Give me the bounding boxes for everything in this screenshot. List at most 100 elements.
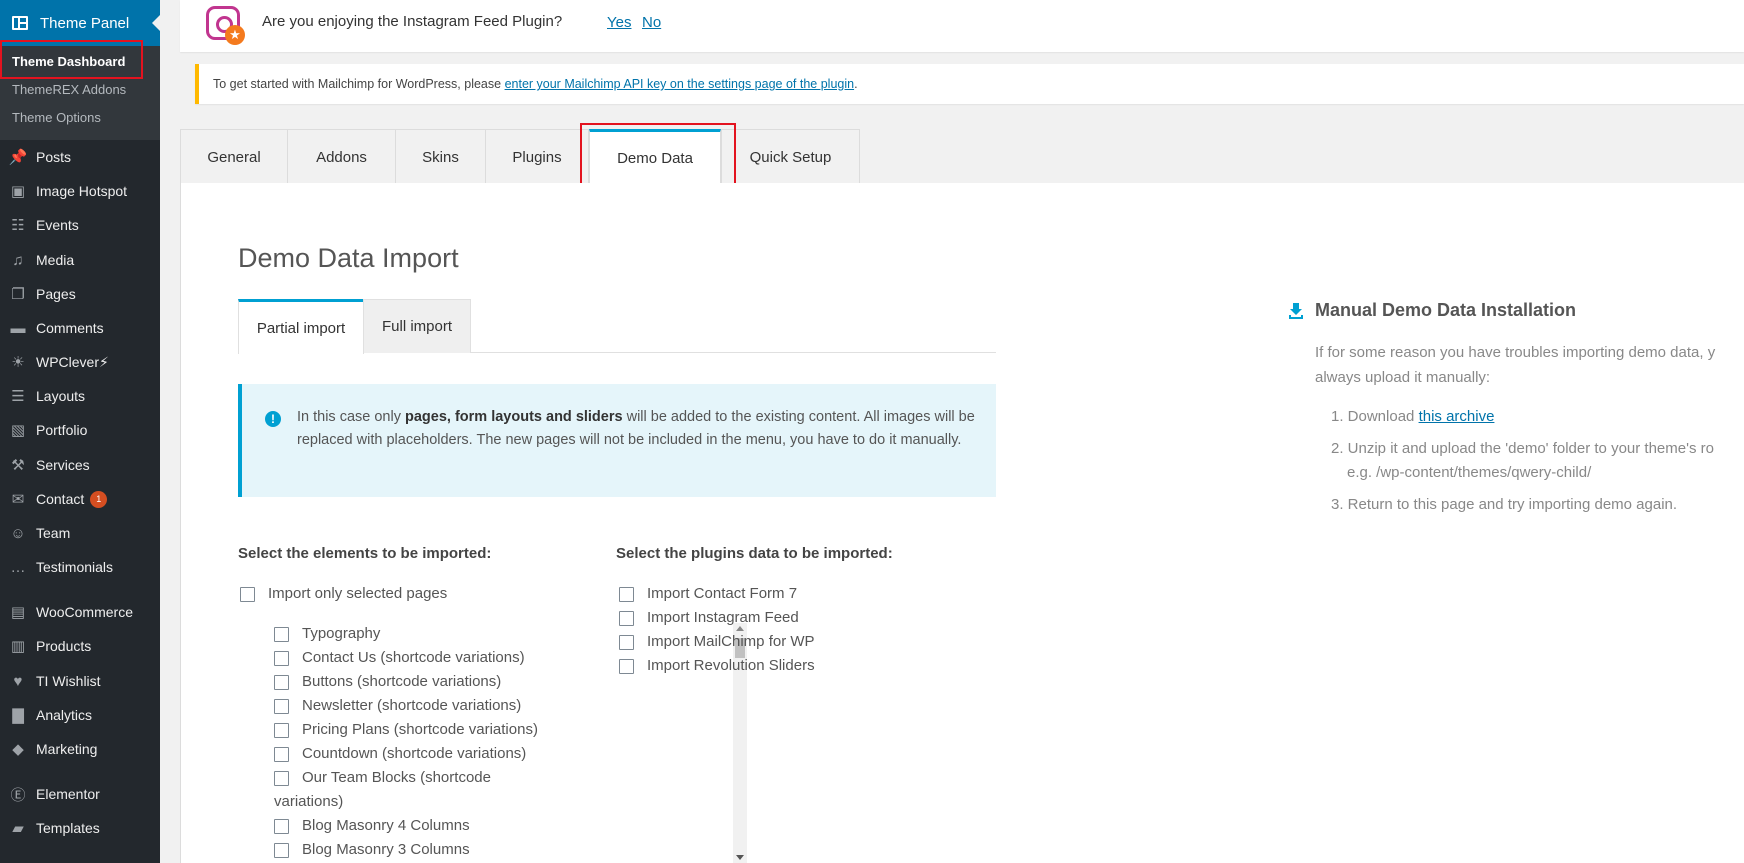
page-label: Our Team Blocks (shortcode <box>302 769 491 786</box>
sidebar-item-portfolio[interactable]: ▧ Portfolio <box>0 415 160 445</box>
mailchimp-notice-text: To get started with Mailchimp for WordPr… <box>213 77 858 91</box>
sidebar-item-label: Contact <box>36 491 85 507</box>
sidebar-item-media[interactable]: ♫ Media <box>0 245 160 275</box>
sidebar-item-contact[interactable]: ✉ Contact 1 <box>0 484 160 514</box>
sidebar-item-label: Products <box>36 638 92 654</box>
admin-sidebar: Theme Panel Theme Dashboard ThemeREX Add… <box>0 0 160 863</box>
tab-plugins[interactable]: Plugins <box>485 129 589 184</box>
submenu-theme-options[interactable]: Theme Options <box>12 110 101 125</box>
sidebar-item-analytics[interactable]: ▇ Analytics <box>0 700 160 730</box>
templates-icon: ▰ <box>12 820 24 837</box>
page-checkbox[interactable] <box>274 675 289 690</box>
page-label: Newsletter (shortcode variations) <box>302 697 522 714</box>
page-checkbox[interactable] <box>274 723 289 738</box>
sidebar-item-marketing[interactable]: ◆ Marketing <box>0 734 160 764</box>
services-icon: ⚒ <box>11 457 25 474</box>
manual-step-2: 2. Unzip it and upload the 'demo' folder… <box>1331 437 1744 485</box>
sidebar-item-ti-wishlist[interactable]: ♥ TI Wishlist <box>0 666 160 696</box>
current-menu-arrow <box>152 15 160 31</box>
plugin-label: Import MailChimp for WP <box>647 633 815 650</box>
step2-line1: 2. Unzip it and upload the 'demo' folder… <box>1331 440 1714 457</box>
page-checkbox[interactable] <box>274 651 289 666</box>
sidebar-item-events[interactable]: ☷ Events <box>0 210 160 240</box>
step1-text: 1. Download <box>1331 408 1419 425</box>
contact-count-badge: 1 <box>90 490 108 508</box>
sidebar-item-posts[interactable]: 📌 Posts <box>0 142 160 172</box>
sidebar-item-label: Marketing <box>36 741 98 757</box>
sidebar-item-comments[interactable]: ▬ Comments <box>0 313 160 343</box>
plugin-label: Import Contact Form 7 <box>647 585 798 602</box>
sidebar-item-testimonials[interactable]: … Testimonials <box>0 552 160 582</box>
plugin-checkbox-mailchimp[interactable] <box>619 635 634 650</box>
page-label: Blog Masonry 3 Columns <box>302 841 470 858</box>
info-icon: ! <box>265 411 281 427</box>
mail-icon: ✉ <box>11 491 25 508</box>
manual-step-3: 3. Return to this page and try importing… <box>1331 496 1678 513</box>
manual-install-intro: If for some reason you have troubles imp… <box>1315 340 1744 390</box>
page-label: Buttons (shortcode variations) <box>302 673 502 690</box>
page-label: Blog Masonry 4 Columns <box>302 817 470 834</box>
plugin-checkbox-revolution-sliders[interactable] <box>619 659 634 674</box>
download-archive-link[interactable]: this archive <box>1419 408 1495 425</box>
sidebar-item-label: TI Wishlist <box>36 673 101 689</box>
tab-full-import[interactable]: Full import <box>363 299 471 353</box>
mailchimp-notice: To get started with Mailchimp for WordPr… <box>195 64 1744 104</box>
sidebar-item-layouts[interactable]: ☰ Layouts <box>0 381 160 411</box>
portfolio-icon: ▧ <box>10 422 26 439</box>
tab-quick-setup[interactable]: Quick Setup <box>721 129 860 184</box>
sidebar-item-team[interactable]: ☺ Team <box>0 518 160 548</box>
sidebar-item-image-hotspot[interactable]: ▣ Image Hotspot <box>0 176 160 206</box>
tab-skins[interactable]: Skins <box>395 129 486 184</box>
sidebar-item-services[interactable]: ⚒ Services <box>0 450 160 480</box>
mailchimp-end: . <box>854 77 858 91</box>
scroll-up-icon[interactable] <box>736 626 744 631</box>
sidebar-item-woocommerce[interactable]: ▤ WooCommerce <box>0 597 160 627</box>
sidebar-item-label: Pages <box>36 286 76 302</box>
scroll-down-icon[interactable] <box>736 855 744 860</box>
plugin-label: Import Instagram Feed <box>647 609 799 626</box>
layouts-icon: ☰ <box>11 388 25 405</box>
marketing-icon: ◆ <box>12 741 24 758</box>
theme-panel-icon <box>12 16 28 30</box>
tab-general[interactable]: General <box>180 129 288 184</box>
page-checkbox[interactable] <box>274 771 289 786</box>
mailchimp-settings-link[interactable]: enter your Mailchimp API key on the sett… <box>505 77 855 91</box>
import-only-selected-label: Import only selected pages <box>268 585 448 602</box>
submenu-themerex-addons[interactable]: ThemeREX Addons <box>12 82 126 97</box>
partial-import-info: ! In this case only pages, form layouts … <box>238 384 996 497</box>
notice-yes-link[interactable]: Yes <box>607 14 631 31</box>
sidebar-item-label: WPClever⚡ <box>36 353 109 370</box>
highlight-theme-dashboard <box>0 40 143 79</box>
plugin-checkbox-instagram-feed[interactable] <box>619 611 634 626</box>
sidebar-item-label: Layouts <box>36 388 86 404</box>
import-mode-tabs: Partial import Full import <box>238 299 996 354</box>
pin-icon: 📌 <box>8 149 28 166</box>
notice-no-link[interactable]: No <box>642 14 661 31</box>
testimonials-icon: … <box>10 558 26 576</box>
page-checkbox[interactable] <box>274 699 289 714</box>
plugin-label: Import Revolution Sliders <box>647 657 815 674</box>
theme-panel-tabs: General Addons Skins Plugins Demo Data Q… <box>180 129 1744 185</box>
manual-intro-line2: always upload it manually: <box>1315 369 1491 386</box>
page-checkbox[interactable] <box>274 843 289 858</box>
info-bold: pages, form layouts and sliders <box>405 409 623 425</box>
sidebar-item-templates[interactable]: ▰ Templates <box>0 813 160 843</box>
instagram-feed-notice: ★ Are you enjoying the Instagram Feed Pl… <box>180 0 1744 52</box>
page-checkbox[interactable] <box>274 747 289 762</box>
events-icon: ☷ <box>11 217 25 234</box>
team-icon: ☺ <box>10 524 26 542</box>
sidebar-item-pages[interactable]: ❐ Pages <box>0 279 160 309</box>
sidebar-item-products[interactable]: ▥ Products <box>0 631 160 661</box>
tab-partial-import[interactable]: Partial import <box>238 299 364 354</box>
wishlist-icon: ♥ <box>13 672 23 690</box>
sidebar-item-wpclever[interactable]: ☀ WPClever⚡ <box>0 347 160 377</box>
plugin-checkbox-contact-form-7[interactable] <box>619 587 634 602</box>
sidebar-item-label: Services <box>36 457 90 473</box>
sidebar-item-label: Elementor <box>36 786 100 802</box>
tab-addons[interactable]: Addons <box>287 129 396 184</box>
import-only-selected-checkbox[interactable] <box>240 587 255 602</box>
page-checkbox[interactable] <box>274 627 289 642</box>
page-checkbox[interactable] <box>274 819 289 834</box>
sidebar-item-elementor[interactable]: Ⓔ Elementor <box>0 779 160 809</box>
sidebar-item-label: Analytics <box>36 707 93 723</box>
